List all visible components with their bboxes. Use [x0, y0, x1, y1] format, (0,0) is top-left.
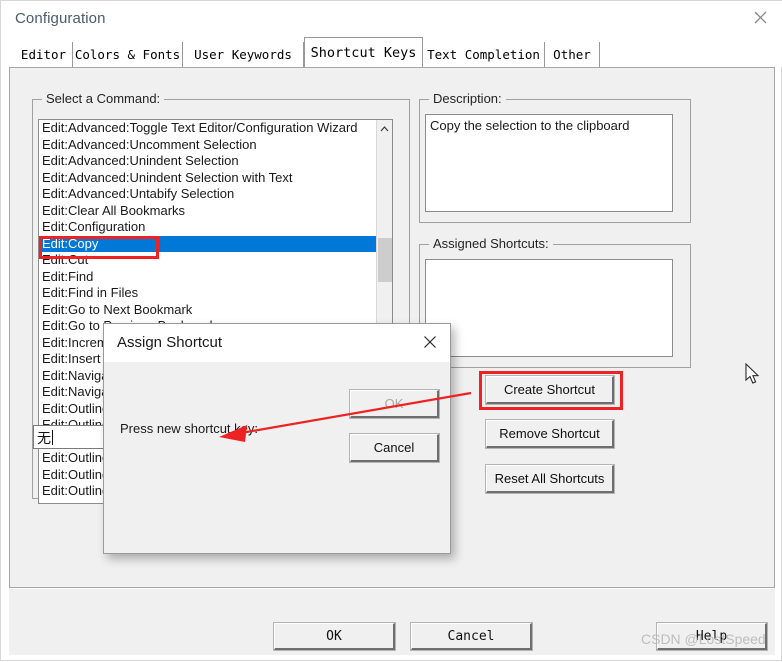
list-item[interactable]: Edit:Find	[39, 269, 377, 286]
assign-shortcut-title: Assign Shortcut	[117, 334, 223, 351]
list-item[interactable]: Edit:Find in Files	[39, 285, 377, 302]
tab-label: User Keywords	[194, 47, 292, 62]
window-titlebar: Configuration	[1, 1, 782, 37]
list-item[interactable]: Edit:Copy	[39, 235, 377, 252]
watermark-text: CSDN @LostSpeed	[641, 631, 766, 647]
text-caret	[52, 430, 53, 445]
tab-editor[interactable]: Editor	[15, 42, 73, 67]
close-icon[interactable]	[414, 328, 446, 356]
scrollbar-thumb[interactable]	[378, 238, 392, 282]
cancel-button[interactable]: Cancel	[410, 622, 533, 651]
tab-strip: Editor Colors & Fonts User Keywords Shor…	[1, 37, 782, 67]
modal-cancel-button[interactable]: Cancel	[349, 433, 440, 463]
reset-all-shortcuts-label: Reset All Shortcuts	[494, 471, 605, 486]
assigned-shortcuts-list[interactable]	[425, 259, 673, 357]
tab-label: Colors & Fonts	[74, 47, 181, 62]
create-shortcut-label: Create Shortcut	[503, 382, 596, 397]
press-new-shortcut-key-label: Press new shortcut key:	[120, 421, 258, 436]
close-glyph	[424, 336, 436, 348]
cancel-label: Cancel	[447, 628, 495, 644]
modal-cancel-label: Cancel	[373, 440, 415, 455]
configuration-window: Configuration Editor Colors & Fonts User…	[0, 0, 782, 661]
chevron-up-glyph	[380, 125, 389, 131]
tab-colors-and-fonts[interactable]: Colors & Fonts	[73, 42, 183, 67]
description-field: Copy the selection to the clipboard	[425, 114, 673, 212]
tab-label: Text Completion	[427, 47, 540, 62]
page-title: Configuration	[15, 10, 106, 27]
reset-all-shortcuts-button[interactable]: Reset All Shortcuts	[485, 464, 615, 494]
ok-label: OK	[326, 628, 342, 644]
mouse-cursor	[745, 363, 760, 384]
remove-shortcut-label: Remove Shortcut	[499, 426, 600, 441]
description-label: Description:	[429, 91, 506, 106]
assigned-shortcuts-label: Assigned Shortcuts:	[429, 236, 553, 251]
list-item[interactable]: Edit:Advanced:Unindent Selection with Te…	[39, 170, 377, 187]
tab-shortcut-keys[interactable]: Shortcut Keys	[304, 37, 423, 67]
list-item[interactable]: Edit:Cut	[39, 252, 377, 269]
tab-other[interactable]: Other	[545, 42, 600, 67]
list-item[interactable]: Edit:Advanced:Toggle Text Editor/Configu…	[39, 120, 377, 137]
list-item[interactable]: Edit:Advanced:Untabify Selection	[39, 186, 377, 203]
close-icon[interactable]	[737, 1, 782, 33]
assign-shortcut-titlebar: Assign Shortcut	[104, 324, 450, 362]
modal-ok-label: OK	[384, 396, 404, 411]
tab-label: Editor	[20, 47, 67, 62]
remove-shortcut-button[interactable]: Remove Shortcut	[485, 419, 615, 449]
modal-ok-button[interactable]: OK	[349, 389, 440, 419]
tab-user-keywords[interactable]: User Keywords	[183, 42, 304, 67]
list-item[interactable]: Edit:Go to Next Bookmark	[39, 302, 377, 319]
list-item[interactable]: Edit:Advanced:Uncomment Selection	[39, 137, 377, 154]
create-shortcut-button[interactable]: Create Shortcut	[485, 375, 615, 405]
description-text: Copy the selection to the clipboard	[430, 118, 630, 133]
chevron-up-icon[interactable]	[377, 120, 392, 137]
assign-shortcut-dialog: Assign Shortcut Press new shortcut key: …	[103, 323, 451, 554]
shortcut-input-value: 无	[37, 431, 51, 447]
list-item[interactable]: Edit:Configuration	[39, 219, 377, 236]
tab-label: Shortcut Keys	[310, 44, 417, 61]
tab-label: Other	[553, 47, 591, 62]
list-item[interactable]: Edit:Advanced:Unindent Selection	[39, 153, 377, 170]
ok-button[interactable]: OK	[273, 622, 396, 651]
tab-text-completion[interactable]: Text Completion	[423, 42, 545, 67]
close-glyph	[754, 11, 766, 23]
list-item[interactable]: Edit:Clear All Bookmarks	[39, 203, 377, 220]
select-command-label: Select a Command:	[42, 91, 165, 106]
